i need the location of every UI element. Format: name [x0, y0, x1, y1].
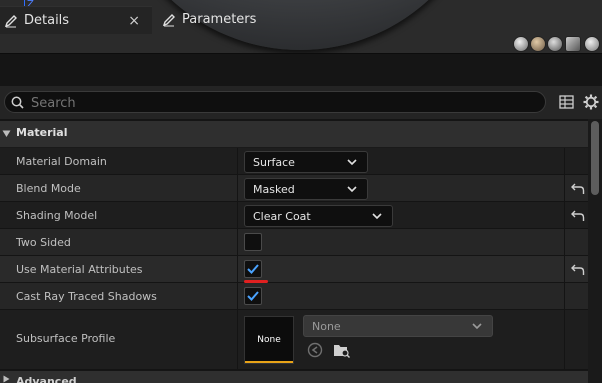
reset-column-divider — [564, 148, 565, 175]
material-domain-dropdown[interactable]: Surface — [244, 151, 368, 173]
column-divider — [237, 175, 238, 202]
property-label: Use Material Attributes — [16, 263, 143, 276]
settings-gear-icon[interactable] — [583, 94, 599, 110]
use-material-attributes-checkbox[interactable] — [244, 260, 262, 278]
tab-parameters-label: Parameters — [182, 12, 257, 27]
cast-ray-traced-shadows-checkbox[interactable] — [244, 287, 262, 305]
subsurface-profile-asset-picker[interactable]: None — [303, 315, 493, 337]
column-divider — [237, 148, 238, 175]
tab-details-label: Details — [24, 13, 70, 28]
custom-mesh-preview-icon[interactable] — [584, 36, 600, 52]
column-divider — [237, 283, 238, 310]
property-label: Subsurface Profile — [16, 332, 116, 345]
category-label: Advanced — [16, 375, 77, 383]
shading-model-dropdown[interactable]: Clear Coat — [244, 205, 393, 227]
use-selected-asset-icon[interactable] — [306, 342, 324, 358]
panel-tab-bar — [0, 53, 602, 87]
cylinder-preview-icon[interactable] — [530, 36, 546, 52]
reset-to-default-icon[interactable] — [571, 264, 585, 276]
browse-asset-icon[interactable] — [333, 342, 351, 358]
checkmark-icon — [247, 264, 259, 274]
dropdown-value: Surface — [253, 156, 295, 169]
chevron-down-icon — [372, 213, 382, 220]
close-icon[interactable]: × — [128, 13, 140, 29]
property-row-cast-ray-traced-shadows: Cast Ray Traced Shadows — [0, 283, 588, 310]
expand-arrow-icon — [2, 130, 11, 137]
reset-column-divider — [564, 283, 565, 310]
tab-details[interactable]: Details × — [0, 6, 152, 34]
property-row-blend-mode: Blend Mode Masked — [0, 175, 588, 202]
thumbnail-label: None — [257, 335, 281, 345]
cube-preview-icon[interactable] — [565, 36, 581, 52]
checkmark-icon — [247, 291, 259, 301]
pencil-parameters-icon — [162, 13, 175, 26]
dropdown-value: Clear Coat — [253, 210, 311, 223]
reset-column-divider — [564, 175, 565, 202]
chevron-down-icon — [347, 159, 357, 166]
category-advanced-header[interactable]: Advanced — [0, 371, 588, 383]
grid-view-icon[interactable] — [559, 95, 574, 109]
search-box[interactable] — [4, 91, 546, 113]
dropdown-value: Masked — [253, 183, 295, 196]
two-sided-checkbox[interactable] — [244, 233, 262, 251]
category-label: Material — [16, 126, 68, 139]
reset-column-divider — [564, 202, 565, 229]
property-label: Cast Ray Traced Shadows — [16, 290, 157, 303]
collapse-arrow-icon — [3, 375, 10, 383]
property-label: Shading Model — [16, 209, 98, 222]
category-material-header[interactable]: Material — [0, 121, 588, 148]
reset-column-divider — [564, 256, 565, 283]
search-icon — [11, 96, 24, 109]
property-label: Material Domain — [16, 155, 107, 168]
column-divider — [237, 310, 238, 370]
asset-picker-value: None — [312, 320, 341, 333]
pencil-details-icon — [4, 14, 17, 27]
property-label: Blend Mode — [16, 182, 81, 195]
property-row-two-sided: Two Sided — [0, 229, 588, 256]
property-row-material-domain: Material Domain Surface — [0, 148, 588, 175]
sphere-preview-icon[interactable] — [513, 36, 529, 52]
scrollbar-thumb[interactable] — [591, 121, 599, 195]
column-divider — [237, 202, 238, 229]
reset-to-default-icon[interactable] — [571, 210, 585, 222]
property-label: Two Sided — [16, 236, 71, 249]
plane-preview-icon[interactable] — [547, 36, 563, 52]
reset-column-divider — [564, 229, 565, 256]
chevron-down-icon — [472, 323, 482, 330]
reset-column-divider — [564, 310, 565, 370]
property-row-use-material-attributes: Use Material Attributes — [0, 256, 588, 283]
property-row-subsurface-profile: Subsurface Profile None None — [0, 310, 588, 370]
tab-parameters[interactable]: Parameters — [158, 6, 298, 33]
column-divider — [237, 256, 238, 283]
asset-thumbnail[interactable]: None — [244, 316, 294, 364]
reset-to-default-icon[interactable] — [571, 183, 585, 195]
column-divider — [237, 229, 238, 256]
chevron-down-icon — [347, 186, 357, 193]
search-input[interactable] — [29, 94, 533, 112]
thumbnail-underline — [245, 361, 293, 363]
blend-mode-dropdown[interactable]: Masked — [244, 178, 368, 200]
property-row-shading-model: Shading Model Clear Coat — [0, 202, 588, 229]
